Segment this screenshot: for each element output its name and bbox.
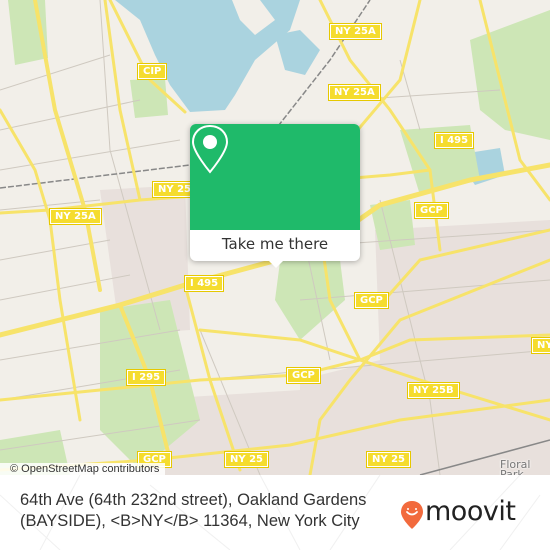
- road-label-i495: I 495: [433, 132, 475, 149]
- road-label-ny: NY: [531, 337, 550, 354]
- take-me-there-button[interactable]: Take me there: [190, 230, 360, 261]
- road-label-ny25a: NY 25A: [49, 208, 102, 225]
- place-label-floral-park: Floral Park: [500, 458, 531, 475]
- moovit-wordmark: moovit: [425, 496, 516, 527]
- location-popup: Take me there: [190, 124, 360, 268]
- park: [130, 78, 168, 118]
- road-label-cip: CIP: [136, 63, 168, 80]
- road-label-i495: I 495: [183, 275, 225, 292]
- popup-header: [190, 124, 360, 230]
- road-label-gcp: GCP: [414, 202, 449, 219]
- address-text: 64th Ave (64th 232nd street), Oakland Ga…: [20, 491, 367, 530]
- road-label-i295: I 295: [125, 369, 167, 386]
- road-label-ny25b: NY 25B: [407, 382, 460, 399]
- road-label-gcp: GCP: [286, 367, 321, 384]
- map[interactable]: CIP NY 25A NY 25A NY 25A NY 25A I 495 I …: [0, 0, 550, 475]
- road-label-gcp: GCP: [354, 292, 389, 309]
- map-attribution[interactable]: © OpenStreetMap contributors: [0, 463, 166, 475]
- footer: 64th Ave (64th 232nd street), Oakland Ga…: [0, 475, 550, 550]
- water-pond: [275, 30, 320, 75]
- location-pin-icon: [191, 124, 229, 174]
- moovit-pin-icon: [401, 501, 423, 529]
- road-label-ny25a: NY 25A: [329, 23, 382, 40]
- road-label-ny25: NY 25: [223, 451, 270, 468]
- popup-pointer: [268, 260, 284, 268]
- road-label-ny25a: NY 25A: [328, 84, 381, 101]
- road-label-ny25: NY 25: [365, 451, 412, 468]
